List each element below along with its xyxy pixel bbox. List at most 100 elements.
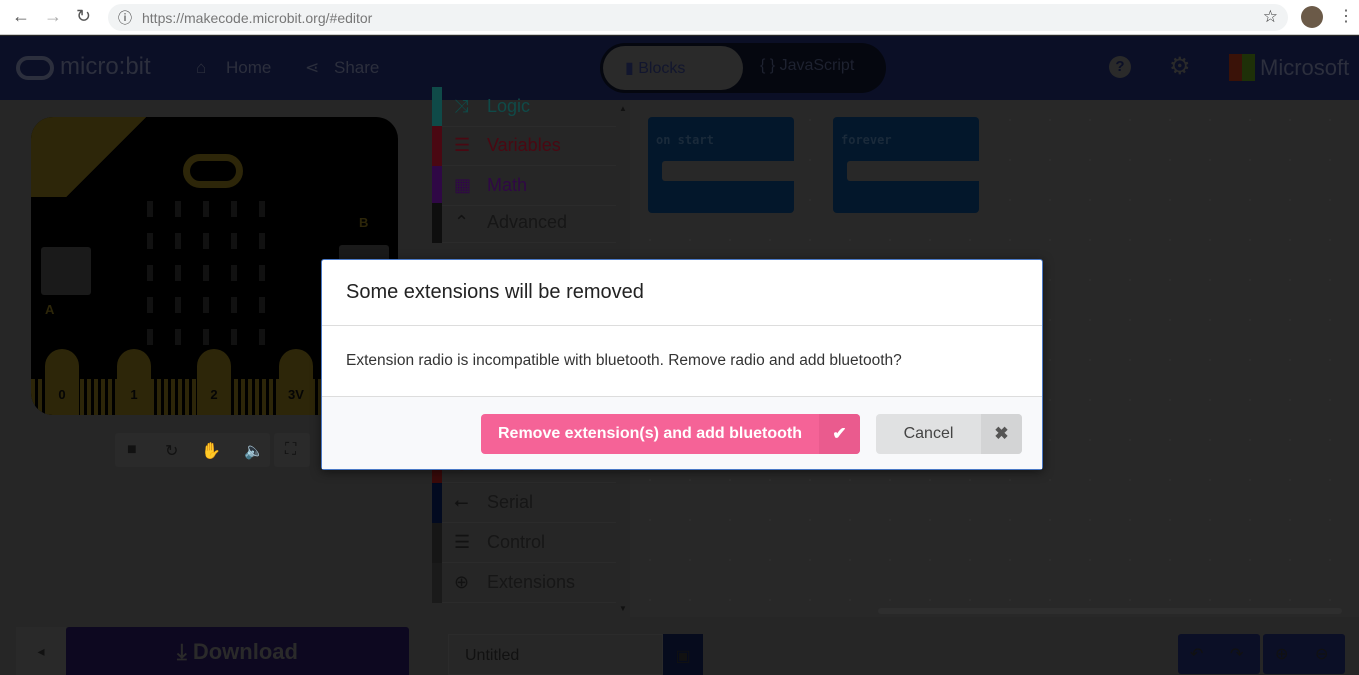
reload-icon[interactable]: ↻	[76, 6, 91, 27]
dialog-actions: Remove extension(s) and add bluetooth ✔ …	[322, 396, 1042, 469]
zoom-group: ⊕ ⊖	[1263, 634, 1345, 674]
led	[231, 297, 237, 313]
back-icon[interactable]: ←	[12, 6, 30, 27]
gear-icon[interactable]: ⚙	[1169, 52, 1191, 81]
app-header: micro:bit ⌂ Home ⋖ Share ▮ Blocks { } Ja…	[0, 36, 1359, 100]
microbit-logo-icon	[16, 56, 54, 80]
share-button[interactable]: Share	[334, 58, 379, 78]
zoom-in-icon[interactable]: ⊕	[1275, 644, 1288, 664]
led	[203, 297, 209, 313]
on-start-block[interactable]: on start	[648, 117, 794, 213]
cancel-button[interactable]: Cancel ✖	[876, 414, 1022, 454]
javascript-tab[interactable]: { } JavaScript	[760, 57, 854, 75]
help-icon[interactable]: ?	[1109, 56, 1131, 78]
fullscreen-button[interactable]: ⛶	[274, 433, 310, 467]
download-icon: ⤓	[177, 639, 193, 664]
volume-icon: 🔈	[244, 443, 264, 460]
led	[175, 201, 181, 217]
undo-icon[interactable]: ↶	[1190, 644, 1203, 664]
led	[147, 265, 153, 281]
board-corner	[31, 117, 181, 197]
toolbox-category-control[interactable]: ☰ Control	[432, 523, 617, 563]
category-color-bar	[432, 483, 442, 523]
led	[175, 329, 181, 345]
restart-icon[interactable]: ↻	[165, 441, 178, 461]
list-icon: ☰	[454, 135, 471, 155]
led	[147, 329, 153, 345]
led	[203, 233, 209, 249]
category-color-bar	[432, 523, 442, 563]
project-name-input[interactable]: Untitled	[448, 634, 663, 675]
home-icon[interactable]: ⌂	[196, 58, 206, 78]
undo-redo-group: ↶ ↷	[1178, 634, 1260, 674]
microsoft-logo-icon	[1229, 54, 1255, 81]
led	[259, 265, 265, 281]
redo-icon[interactable]: ↷	[1230, 644, 1243, 664]
zoom-out-icon[interactable]: ⊖	[1315, 644, 1328, 664]
address-bar[interactable]: ⓘ https://makecode.microbit.org/#editor …	[108, 4, 1288, 31]
category-color-bar	[432, 166, 442, 206]
led	[259, 297, 265, 313]
led	[231, 329, 237, 345]
forever-block[interactable]: forever	[833, 117, 979, 213]
category-color-bar	[432, 126, 442, 166]
pin-3v[interactable]	[279, 349, 313, 415]
led	[175, 297, 181, 313]
pin-0[interactable]	[45, 349, 79, 415]
led	[175, 233, 181, 249]
fullscreen-icon: ⛶	[285, 441, 297, 458]
forward-icon[interactable]: →	[44, 6, 62, 27]
stop-icon[interactable]: ■	[127, 441, 137, 459]
slowmo-icon[interactable]: ✋	[201, 441, 221, 461]
button-a[interactable]	[41, 247, 91, 295]
browser-bar: ← → ↻ ⓘ https://makecode.microbit.org/#e…	[0, 0, 1359, 35]
led	[259, 201, 265, 217]
category-color-bar	[432, 203, 442, 243]
toolbox-category-extensions[interactable]: ⊕ Extensions	[432, 563, 617, 603]
save-icon: ▣	[675, 648, 691, 665]
save-button[interactable]: ▣	[663, 634, 703, 675]
menu-icon[interactable]: ⋮	[1338, 6, 1354, 26]
calculator-icon: ▦	[454, 175, 472, 195]
led	[231, 201, 237, 217]
confirm-button[interactable]: Remove extension(s) and add bluetooth ✔	[481, 414, 860, 454]
pin-2[interactable]	[197, 349, 231, 415]
close-icon: ✖	[981, 414, 1022, 454]
led	[231, 265, 237, 281]
pin-1[interactable]	[117, 349, 151, 415]
puzzle-icon: ▮	[625, 60, 639, 77]
home-button[interactable]: Home	[226, 58, 271, 78]
dialog-message: Extension radio is incompatible with blu…	[346, 352, 902, 369]
blocks-tab[interactable]: ▮ Blocks	[603, 46, 743, 90]
divider	[322, 325, 1042, 326]
shuffle-icon: ⤨	[454, 96, 469, 116]
info-icon: ⓘ	[118, 10, 132, 26]
mute-button[interactable]: 🔈	[234, 433, 270, 467]
chevron-up-icon: ⌃	[454, 212, 470, 232]
collapse-icon: ◂	[37, 643, 45, 659]
usb-icon: ⭠	[454, 492, 469, 512]
microsoft-brand[interactable]: Microsoft	[1260, 55, 1349, 81]
toolbox-category-variables[interactable]: ☰ Variables	[432, 126, 617, 166]
toolbox-category-logic[interactable]: ⤨ Logic	[432, 87, 617, 127]
led	[203, 201, 209, 217]
extensions-dialog: Some extensions will be removed Extensio…	[321, 259, 1043, 470]
logo[interactable]: micro:bit	[60, 53, 151, 81]
led	[231, 233, 237, 249]
collapse-simulator-button[interactable]: ◂	[16, 627, 66, 675]
download-button[interactable]: ⤓ Download	[66, 627, 409, 675]
toolbox-category-serial[interactable]: ⭠ Serial	[432, 483, 617, 523]
led	[147, 201, 153, 217]
logo-icon	[183, 154, 243, 188]
workspace-scrollbar[interactable]	[878, 608, 1342, 614]
check-icon: ✔	[819, 414, 860, 454]
footer: ◂ ⤓ Download Untitled ▣ ↶ ↷ ⊕ ⊖	[0, 617, 1359, 675]
avatar[interactable]	[1301, 6, 1323, 28]
star-icon[interactable]: ☆	[1263, 7, 1278, 27]
toolbox-category-advanced[interactable]: ⌃ Advanced	[432, 203, 617, 243]
led	[175, 265, 181, 281]
toolbox-category-math[interactable]: ▦ Math	[432, 166, 617, 206]
led	[259, 329, 265, 345]
share-icon[interactable]: ⋖	[305, 58, 319, 78]
led	[147, 233, 153, 249]
